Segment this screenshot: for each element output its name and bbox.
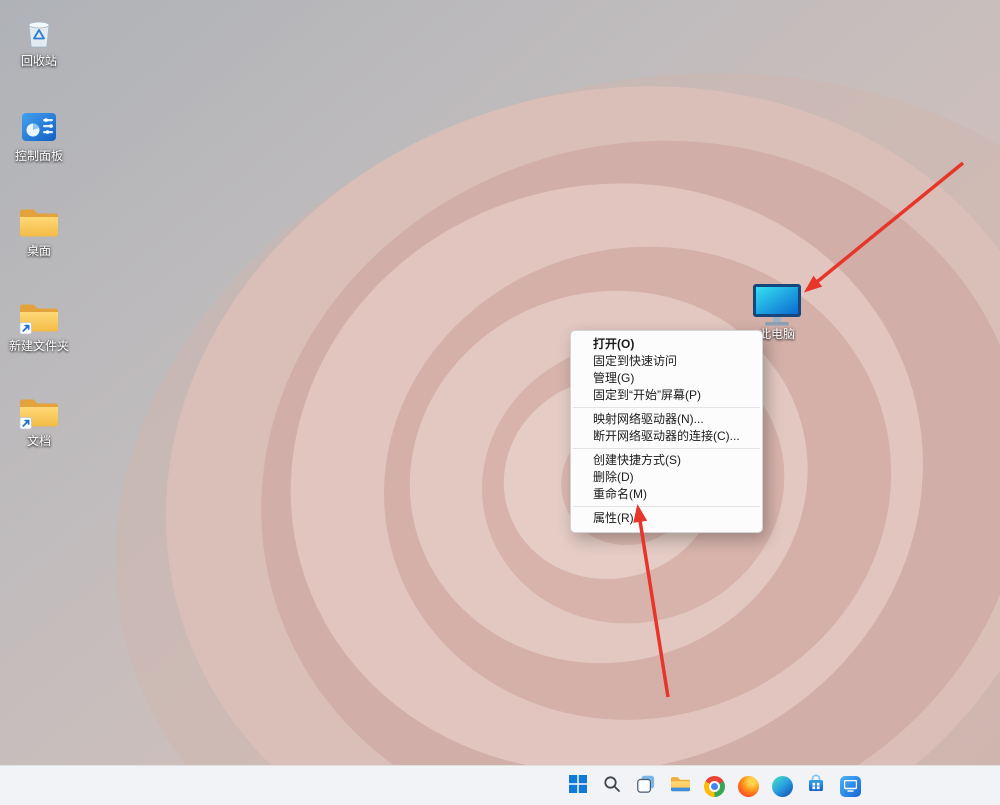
menu-item-rename[interactable]: 重命名(M) (571, 486, 762, 503)
desktop-icon-new-folder-shortcut[interactable]: 新建文件夹 (0, 289, 78, 384)
desktop-icon-documents-shortcut[interactable]: 文档 (0, 384, 78, 479)
desktop-icon-column: 回收站 控制面板 (0, 4, 78, 479)
context-menu: 打开(O) 固定到快速访问 管理(G) 固定到“开始”屏幕(P) 映射网络驱动器… (570, 330, 763, 533)
menu-item-disconnect-network-drive[interactable]: 断开网络驱动器的连接(C)... (571, 428, 762, 445)
icon-label: 新建文件夹 (9, 340, 69, 353)
icon-label: 此电脑 (759, 328, 795, 341)
wallpaper-bloom (0, 0, 1000, 805)
menu-separator (573, 448, 760, 449)
taskbar-task-view-button[interactable] (634, 769, 658, 803)
taskbar-start-button[interactable] (566, 769, 590, 803)
menu-item-delete[interactable]: 删除(D) (571, 469, 762, 486)
taskbar-pc-manager-button[interactable] (838, 769, 862, 803)
desktop-icon-desktop-folder[interactable]: 桌面 (0, 194, 78, 289)
folder-icon (16, 201, 62, 243)
taskbar (0, 765, 1000, 805)
desktop-icon-control-panel[interactable]: 控制面板 (0, 99, 78, 194)
desktop-screen: 回收站 控制面板 (0, 0, 1000, 805)
menu-item-pin-start[interactable]: 固定到“开始”屏幕(P) (571, 387, 762, 404)
icon-label: 控制面板 (15, 150, 63, 163)
search-icon (603, 775, 621, 798)
folder-shortcut-icon (16, 391, 62, 433)
menu-item-pin-quick-access[interactable]: 固定到快速访问 (571, 353, 762, 370)
file-explorer-icon (670, 775, 691, 798)
menu-item-manage[interactable]: 管理(G) (571, 370, 762, 387)
taskbar-edge-button[interactable] (770, 769, 794, 803)
this-pc-monitor-icon (751, 283, 803, 327)
taskbar-search-button[interactable] (600, 769, 624, 803)
firefox-icon (738, 776, 759, 797)
menu-separator (573, 506, 760, 507)
chrome-icon (704, 776, 725, 797)
recycle-bin-icon (16, 11, 62, 53)
taskbar-icon-row (566, 766, 862, 805)
icon-label: 文档 (27, 435, 51, 448)
menu-item-create-shortcut[interactable]: 创建快捷方式(S) (571, 452, 762, 469)
taskbar-file-explorer-button[interactable] (668, 769, 692, 803)
icon-label: 回收站 (21, 55, 57, 68)
menu-item-map-network-drive[interactable]: 映射网络驱动器(N)... (571, 411, 762, 428)
menu-separator (573, 407, 760, 408)
taskbar-chrome-button[interactable] (702, 769, 726, 803)
icon-label: 桌面 (27, 245, 51, 258)
windows-start-icon (569, 775, 587, 798)
taskbar-store-button[interactable] (804, 769, 828, 803)
edge-icon (772, 776, 793, 797)
pc-manager-icon (840, 776, 861, 797)
control-panel-icon (16, 106, 62, 148)
task-view-icon (637, 775, 655, 798)
folder-shortcut-icon (16, 296, 62, 338)
taskbar-firefox-button[interactable] (736, 769, 760, 803)
store-icon (806, 774, 826, 799)
menu-item-properties[interactable]: 属性(R) (571, 510, 762, 527)
desktop-icon-recycle-bin[interactable]: 回收站 (0, 4, 78, 99)
menu-item-open[interactable]: 打开(O) (571, 336, 762, 353)
